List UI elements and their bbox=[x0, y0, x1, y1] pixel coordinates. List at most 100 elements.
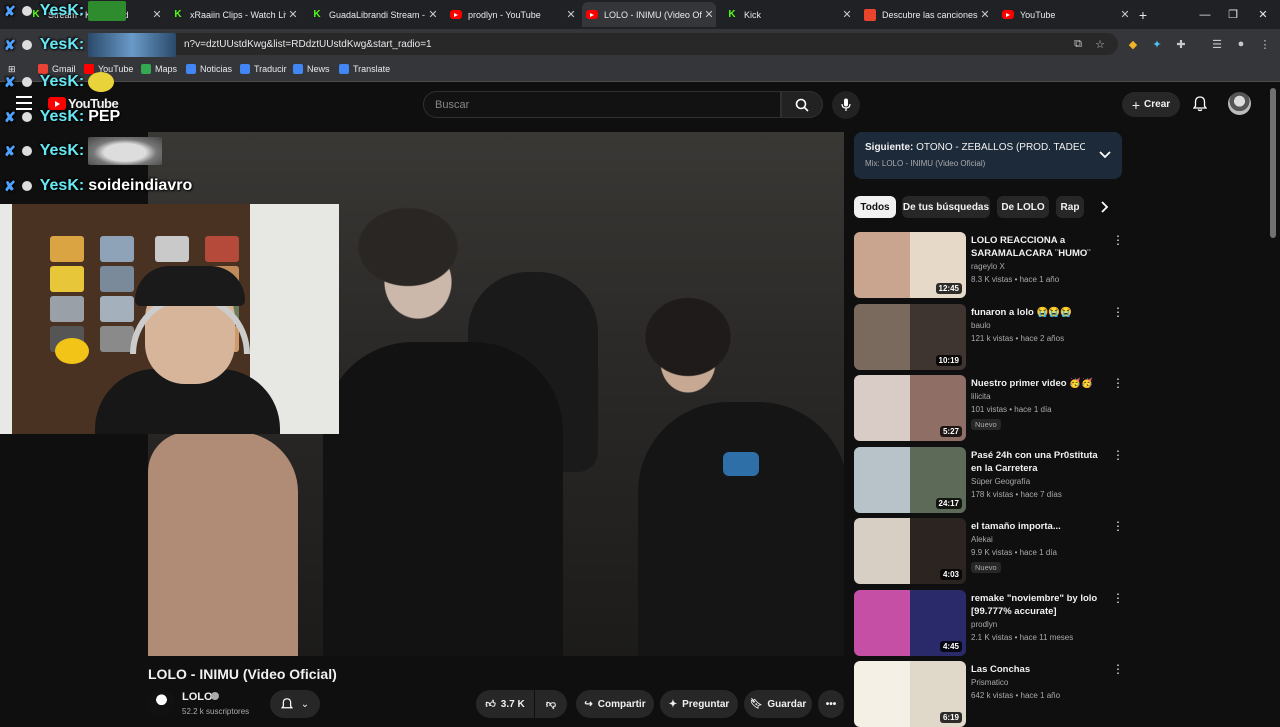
video-thumbnail[interactable]: 4:45 bbox=[854, 590, 966, 656]
close-icon[interactable]: ✕ bbox=[978, 8, 992, 21]
recommendation-item[interactable]: 5:27 Nuestro primer video 🥳🥳 lilicita 101 v… bbox=[854, 375, 1124, 441]
tab-prodlyn[interactable]: prodlyn - YouTube ✕ bbox=[446, 2, 578, 27]
kebab-menu-icon[interactable]: ⋮ bbox=[1112, 234, 1124, 246]
kebab-menu-icon[interactable]: ⋮ bbox=[1112, 663, 1124, 675]
chevron-down-icon[interactable] bbox=[1098, 148, 1112, 162]
dislike-button[interactable]: 👎︎ bbox=[535, 690, 567, 718]
video-thumbnail[interactable]: 4:03 bbox=[854, 518, 966, 584]
video-thumbnail[interactable]: 5:27 bbox=[854, 375, 966, 441]
voice-search-button[interactable] bbox=[832, 91, 860, 119]
tab-lolo-inimu[interactable]: LOLO - INIMU (Video Ofic ✕ bbox=[582, 2, 716, 27]
extension-icon[interactable]: ✦ bbox=[1149, 36, 1165, 52]
video-title[interactable]: Nuestro primer video 🥳🥳 bbox=[971, 377, 1106, 390]
bookmark-star-icon[interactable]: ☆ bbox=[1092, 36, 1108, 52]
reading-list-icon[interactable]: ☰ bbox=[1209, 36, 1225, 52]
chip-de-lolo[interactable]: De LOLO bbox=[997, 196, 1049, 218]
tab-xraaiin-clips[interactable]: K xRaaiin Clips - Watch Live ✕ bbox=[168, 2, 300, 27]
notifications-button[interactable] bbox=[1191, 95, 1209, 113]
recommendation-item[interactable]: 24:17 Pasé 24h con una Pr0stituta en la C… bbox=[854, 447, 1124, 513]
extensions-puzzle-icon[interactable]: ✚ bbox=[1173, 36, 1189, 52]
video-title[interactable]: remake "noviembre" by lolo [99.777% accu… bbox=[971, 592, 1106, 618]
search-input[interactable]: Buscar bbox=[423, 91, 781, 118]
video-title[interactable]: funaron a lolo 😭😭😭 bbox=[971, 306, 1106, 319]
channel-name[interactable]: rageylo X bbox=[971, 262, 1005, 271]
subscriber-count: 52.2 k suscriptores bbox=[182, 707, 250, 716]
minimize-icon[interactable]: — bbox=[1190, 0, 1220, 29]
bookmark-noticias[interactable]: Noticias bbox=[186, 64, 232, 74]
bookmark-news[interactable]: News bbox=[293, 64, 330, 74]
chevron-right-icon[interactable] bbox=[1096, 198, 1114, 216]
badge-icon bbox=[21, 181, 32, 191]
chat-username: YesK: bbox=[39, 73, 85, 90]
bookmarks-bar: ⊞ Gmail YouTube Maps Noticias Traducir N… bbox=[0, 59, 1280, 82]
install-app-icon[interactable]: ⧉ bbox=[1070, 36, 1086, 52]
save-button[interactable]: 🔖︎ Guardar bbox=[744, 690, 812, 718]
new-badge: Nuevo bbox=[971, 419, 1001, 430]
channel-name[interactable]: lilicita bbox=[971, 392, 991, 401]
recommendation-item[interactable]: 10:19 funaron a lolo 😭😭😭 baulo 121 k vistas… bbox=[854, 304, 1124, 370]
window-close-icon[interactable]: ✕ bbox=[1248, 0, 1278, 29]
chip-todos[interactable]: Todos bbox=[854, 196, 896, 218]
close-icon[interactable]: ✕ bbox=[840, 8, 854, 21]
account-avatar[interactable] bbox=[1228, 92, 1251, 115]
create-button[interactable]: + Crear bbox=[1122, 92, 1180, 117]
close-icon[interactable]: ✕ bbox=[426, 8, 440, 21]
ask-button[interactable]: ✦ Preguntar bbox=[660, 690, 738, 718]
recommendation-item[interactable]: 4:03 el tamaño importa... Alekai 9.9 K vist… bbox=[854, 518, 1124, 584]
channel-name[interactable]: LOLO bbox=[182, 691, 213, 703]
kebab-menu-icon[interactable]: ⋮ bbox=[1112, 592, 1124, 604]
up-next-panel[interactable]: Siguiente: OTOÑO - ZEBALLOS (PROD. TADEO… bbox=[854, 132, 1122, 179]
channel-name[interactable]: baulo bbox=[971, 321, 991, 330]
video-thumbnail[interactable]: 6:19 bbox=[854, 661, 966, 727]
share-button[interactable]: ↪ Compartir bbox=[576, 690, 654, 718]
tab-kick[interactable]: K Kick ✕ bbox=[722, 2, 854, 27]
close-icon[interactable]: ✕ bbox=[564, 8, 578, 21]
kebab-menu-icon[interactable]: ⋮ bbox=[1112, 306, 1124, 318]
search-button[interactable] bbox=[781, 91, 823, 118]
video-thumbnail[interactable]: 12:45 bbox=[854, 232, 966, 298]
channel-name[interactable]: Alekai bbox=[971, 535, 993, 544]
chip-de-tus-busquedas[interactable]: De tus búsquedas bbox=[902, 196, 990, 218]
video-duration: 6:19 bbox=[939, 712, 962, 723]
chat-message: ✘ YesK: bbox=[4, 0, 127, 22]
menu-icon[interactable]: ⋮ bbox=[1257, 36, 1273, 52]
channel-name[interactable]: prodlyn bbox=[971, 620, 997, 629]
bookmark-translate[interactable]: Translate bbox=[339, 64, 390, 74]
recommendation-item[interactable]: 4:45 remake "noviembre" by lolo [99.777% … bbox=[854, 590, 1124, 656]
like-button[interactable]: 👍︎ 3.7 K bbox=[476, 690, 534, 718]
video-title[interactable]: LOLO REACCIONA a SARAMALACARA ¨HUMO¨ bbox=[971, 234, 1106, 260]
video-thumbnail[interactable]: 24:17 bbox=[854, 447, 966, 513]
more-actions-button[interactable]: ••• bbox=[818, 690, 844, 718]
close-icon[interactable]: ✕ bbox=[150, 8, 164, 21]
extension-icon[interactable]: ◆ bbox=[1125, 36, 1141, 52]
video-thumbnail[interactable]: 10:19 bbox=[854, 304, 966, 370]
kebab-menu-icon[interactable]: ⋮ bbox=[1112, 449, 1124, 461]
scrollbar[interactable] bbox=[1270, 88, 1276, 238]
tab-youtube[interactable]: YouTube ✕ bbox=[998, 2, 1132, 27]
tab-descubre-canciones[interactable]: Descubre las canciones m ✕ bbox=[860, 2, 992, 27]
tab-title: LOLO - INIMU (Video Ofic bbox=[604, 9, 702, 20]
kebab-menu-icon[interactable]: ⋮ bbox=[1112, 520, 1124, 532]
bookmark-label: Maps bbox=[155, 64, 178, 74]
new-tab-button[interactable]: + bbox=[1128, 0, 1158, 29]
recommendation-item[interactable]: 12:45 LOLO REACCIONA a SARAMALACARA ¨HUMO… bbox=[854, 232, 1124, 298]
kick-icon: K bbox=[728, 9, 736, 20]
tab-guadalibrandi[interactable]: K GuadaLibrandi Stream - V ✕ bbox=[307, 2, 440, 27]
channel-name[interactable]: Súper Geografía bbox=[971, 477, 1030, 486]
bookmark-traducir[interactable]: Traducir bbox=[240, 64, 287, 74]
url-field[interactable]: n?v=dztUUstdKwg&list=RDdztUUstdKwg&start… bbox=[96, 33, 1118, 55]
bookmark-maps[interactable]: Maps bbox=[141, 64, 177, 74]
recommendation-item[interactable]: 6:19 Las Conchas Prismatico 642 k vistas • … bbox=[854, 661, 1124, 727]
kebab-menu-icon[interactable]: ⋮ bbox=[1112, 377, 1124, 389]
video-title[interactable]: Las Conchas bbox=[971, 663, 1106, 676]
close-icon[interactable]: ✕ bbox=[286, 8, 300, 21]
video-title[interactable]: Pasé 24h con una Pr0stituta en la Carret… bbox=[971, 449, 1106, 475]
profile-icon[interactable]: ● bbox=[1233, 36, 1249, 52]
channel-name[interactable]: Prismatico bbox=[971, 678, 1008, 687]
chip-rap[interactable]: Rap bbox=[1056, 196, 1084, 218]
channel-avatar[interactable] bbox=[148, 689, 175, 716]
subscription-bell-button[interactable]: ⌄ bbox=[270, 690, 320, 718]
close-icon[interactable]: ✕ bbox=[702, 8, 716, 21]
video-title[interactable]: el tamaño importa... bbox=[971, 520, 1106, 533]
maximize-icon[interactable]: ❐ bbox=[1218, 0, 1248, 29]
